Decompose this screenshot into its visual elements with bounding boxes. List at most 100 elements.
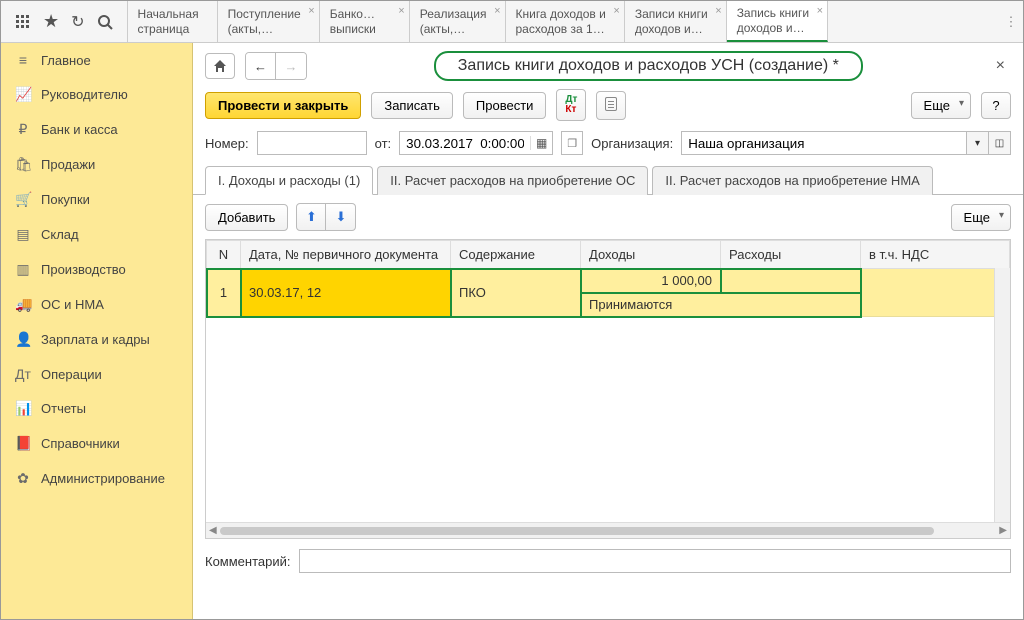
window-tab[interactable]: Банко…выписки×	[320, 1, 410, 42]
sidebar-item[interactable]: 🛒Покупки	[1, 182, 192, 217]
sidebar-icon: 📈	[15, 86, 31, 103]
help-button[interactable]: ?	[981, 92, 1011, 119]
org-open-button[interactable]: ◫	[989, 131, 1011, 155]
command-toolbar: Провести и закрыть Записать Провести ДтК…	[193, 89, 1023, 131]
sidebar-item[interactable]: Дт Операции	[1, 357, 192, 391]
sidebar-icon: 🚚	[15, 296, 31, 313]
org-dropdown-button[interactable]: ▾	[967, 131, 989, 155]
from-label: от:	[375, 136, 392, 151]
window-tab[interactable]: Записи книгидоходов и…×	[625, 1, 727, 42]
col-doc[interactable]: Дата, № первичного документа	[241, 241, 451, 269]
cell-expense[interactable]	[721, 269, 861, 293]
sidebar-item-label: ОС и НМА	[41, 297, 104, 312]
close-icon[interactable]: ×	[817, 5, 823, 18]
cell-status[interactable]: Принимаются	[581, 293, 861, 317]
cell-n[interactable]: 1	[207, 269, 241, 317]
move-up-button[interactable]: ⬆	[296, 203, 326, 231]
star-icon[interactable]: ★	[43, 11, 59, 32]
sidebar-item[interactable]: 📈 Руководителю	[1, 77, 192, 112]
cell-doc[interactable]: 30.03.17, 12	[241, 269, 451, 317]
close-icon[interactable]: ×	[494, 5, 500, 18]
save-button[interactable]: Записать	[371, 92, 453, 119]
sidebar-icon: 📊	[15, 400, 31, 417]
col-n[interactable]: N	[207, 241, 241, 269]
window-tab[interactable]: Начальнаястраница	[128, 1, 218, 42]
cell-income[interactable]: 1 000,00	[581, 269, 721, 293]
sidebar-icon: ✿	[15, 470, 31, 487]
tabbar-overflow-icon[interactable]: ⋮	[999, 1, 1023, 42]
close-icon[interactable]: ×	[613, 5, 619, 18]
back-button[interactable]: ←	[246, 53, 276, 79]
scroll-thumb[interactable]	[220, 527, 934, 535]
page-title: Запись книги доходов и расходов УСН (соз…	[434, 51, 863, 81]
content-panel: ← → Запись книги доходов и расходов УСН …	[193, 43, 1023, 619]
unknown-icon[interactable]: ❐	[561, 131, 583, 155]
sidebar-item-label: Покупки	[41, 192, 90, 207]
sidebar-item-label: Операции	[41, 367, 102, 382]
sidebar-item[interactable]: ≡Главное	[1, 43, 192, 77]
table-container: N Дата, № первичного документа Содержани…	[205, 239, 1011, 539]
vertical-scrollbar[interactable]	[994, 268, 1010, 522]
grid-icon[interactable]	[15, 14, 31, 30]
date-input[interactable]	[400, 132, 530, 154]
dtkt-button[interactable]: ДтКт	[556, 89, 586, 121]
scroll-left-icon[interactable]: ◀	[209, 525, 217, 536]
close-button[interactable]: ×	[990, 57, 1011, 75]
sidebar-item[interactable]: ₽Банк и касса	[1, 112, 192, 147]
attach-button[interactable]	[596, 91, 626, 120]
col-content[interactable]: Содержание	[451, 241, 581, 269]
scroll-right-icon[interactable]: ▶	[999, 525, 1007, 536]
sidebar-item[interactable]: 👤Зарплата и кадры	[1, 322, 192, 357]
sidebar-item-label: Справочники	[41, 436, 120, 451]
sidebar-item-label: Администрирование	[41, 471, 165, 486]
window-tab[interactable]: Поступление(акты,…×	[218, 1, 320, 42]
home-button[interactable]	[205, 53, 235, 79]
col-income[interactable]: Доходы	[581, 241, 721, 269]
close-icon[interactable]: ×	[308, 5, 314, 18]
number-input[interactable]	[257, 131, 367, 155]
section-tabs: I. Доходы и расходы (1)II. Расчет расход…	[193, 165, 1023, 195]
header-form: Номер: от: ▦ ❐ Организация: ▾ ◫	[193, 131, 1023, 165]
post-button[interactable]: Провести	[463, 92, 547, 119]
sidebar-item[interactable]: 🚚 ОС и НМА	[1, 287, 192, 322]
section-tab[interactable]: I. Доходы и расходы (1)	[205, 166, 373, 195]
search-icon[interactable]	[97, 14, 113, 30]
sidebar-item[interactable]: ▤Склад	[1, 217, 192, 252]
window-tab[interactable]: Реализация(акты,…×	[410, 1, 506, 42]
sidebar-item-label: Банк и касса	[41, 122, 118, 137]
sidebar-item[interactable]: 📊 Отчеты	[1, 391, 192, 426]
history-icon[interactable]: ↻	[71, 12, 84, 32]
add-row-button[interactable]: Добавить	[205, 204, 288, 231]
sidebar-item-label: Руководителю	[41, 87, 128, 102]
cell-content[interactable]: ПКО	[451, 269, 581, 317]
sidebar-item[interactable]: 📕Справочники	[1, 426, 192, 461]
sidebar-item-label: Склад	[41, 227, 79, 242]
section-tab[interactable]: II. Расчет расходов на приобретение ОС	[377, 166, 648, 195]
org-input[interactable]	[681, 131, 967, 155]
post-and-close-button[interactable]: Провести и закрыть	[205, 92, 361, 119]
table-more-button[interactable]: Еще	[951, 204, 1011, 231]
close-icon[interactable]: ×	[398, 5, 404, 18]
window-tab[interactable]: Книга доходов ирасходов за 1…×	[506, 1, 625, 42]
forward-button[interactable]: →	[276, 53, 306, 79]
sidebar-item[interactable]: ✿ Администрирование	[1, 461, 192, 496]
more-button[interactable]: Еще	[911, 92, 971, 119]
sidebar-item-label: Отчеты	[41, 401, 86, 416]
sidebar-icon: ≡	[15, 52, 31, 68]
horizontal-scrollbar[interactable]: ◀ ▶	[206, 522, 1010, 538]
close-icon[interactable]: ×	[715, 5, 721, 18]
section-tab[interactable]: II. Расчет расходов на приобретение НМА	[652, 166, 932, 195]
cell-vat[interactable]	[861, 269, 1010, 317]
sidebar-icon: Дт	[15, 366, 31, 382]
col-expense[interactable]: Расходы	[721, 241, 861, 269]
table-toolbar: Добавить ⬆ ⬇ Еще	[193, 195, 1023, 239]
sidebar-item[interactable]: 🛍Продажи	[1, 147, 192, 182]
calendar-icon[interactable]: ▦	[530, 136, 552, 150]
app-tabbar: ★ ↻ НачальнаястраницаПоступление(акты,…×…	[1, 1, 1023, 43]
move-down-button[interactable]: ⬇	[326, 203, 356, 231]
col-vat[interactable]: в т.ч. НДС	[861, 241, 1010, 269]
window-tab[interactable]: Запись книгидоходов и…×	[727, 1, 828, 42]
table-row[interactable]: 1 30.03.17, 12 ПКО 1 000,00	[207, 269, 1010, 293]
comment-input[interactable]	[299, 549, 1012, 573]
sidebar-item[interactable]: ▥Производство	[1, 252, 192, 287]
